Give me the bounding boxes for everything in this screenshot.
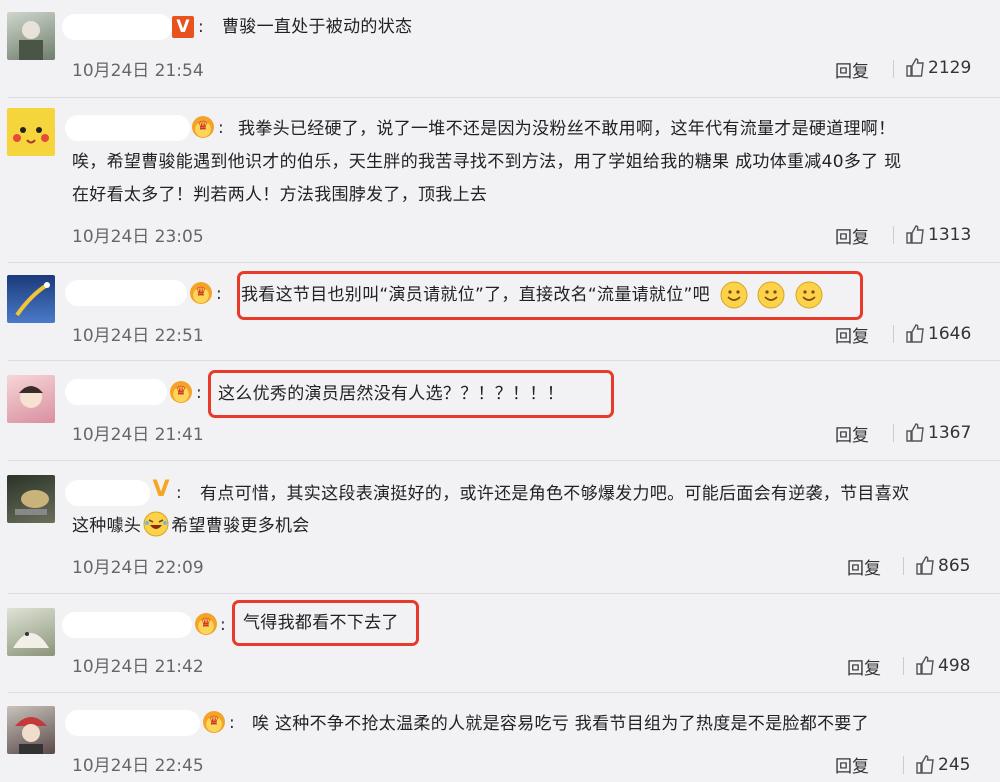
divider xyxy=(903,557,904,575)
member-crown-icon: ♛ xyxy=(203,711,225,733)
reply-button[interactable]: 回复 xyxy=(835,752,869,777)
member-crown-icon: ♛ xyxy=(170,381,192,403)
avatar[interactable] xyxy=(7,12,55,60)
smile-emoji-icon xyxy=(757,281,785,309)
colon: : xyxy=(220,615,226,635)
avatar[interactable] xyxy=(7,608,55,656)
username[interactable] xyxy=(62,14,172,40)
timestamp: 10月24日 21:54 xyxy=(72,61,204,81)
divider xyxy=(893,60,894,78)
divider xyxy=(903,657,904,675)
laugh-emoji-icon xyxy=(143,511,169,537)
divider xyxy=(8,360,1000,361)
username[interactable] xyxy=(65,115,190,141)
member-crown-icon: ♛ xyxy=(192,116,214,138)
username[interactable] xyxy=(65,710,200,736)
username[interactable] xyxy=(62,612,192,638)
colon: : xyxy=(218,118,224,138)
reply-button[interactable]: 回复 xyxy=(835,322,869,347)
reply-button[interactable]: 回复 xyxy=(847,654,881,679)
like-button[interactable]: 1313 xyxy=(905,224,971,245)
comment-text-body: 我看这节目也别叫“演员请就位”了，直接改名“流量请就位”吧 xyxy=(241,285,710,305)
timestamp: 10月24日 22:45 xyxy=(72,756,204,776)
divider xyxy=(8,593,1000,594)
timestamp: 10月24日 23:05 xyxy=(72,227,204,247)
reply-button[interactable]: 回复 xyxy=(847,554,881,579)
colon: : xyxy=(196,383,202,403)
smile-emoji-icon xyxy=(795,281,823,309)
divider xyxy=(893,226,894,244)
username[interactable] xyxy=(65,379,167,405)
comment-text: 这么优秀的演员居然没有人选？？！？！！！ xyxy=(218,384,564,404)
comment-text: 唉，希望曹骏能遇到他识才的伯乐，天生胖的我苦寻找不到方法，用了学姐给我的糖果 成… xyxy=(72,152,902,172)
like-button[interactable]: 865 xyxy=(915,555,970,576)
like-button[interactable]: 1367 xyxy=(905,422,971,443)
like-button[interactable]: 1646 xyxy=(905,323,971,344)
thumbs-up-icon xyxy=(906,324,924,343)
divider xyxy=(8,460,1000,461)
colon: : xyxy=(229,713,235,733)
comment-text: 唉 这种不争不抢太温柔的人就是容易吃亏 我看节目组为了热度是不是脸都不要了 xyxy=(252,714,869,734)
divider xyxy=(903,756,904,774)
divider xyxy=(8,97,1000,98)
thumbs-up-icon xyxy=(916,755,934,774)
comment-text-body: 这种噱头 xyxy=(72,516,142,536)
like-count: 865 xyxy=(938,556,971,576)
comment-text: 在好看太多了！判若两人！方法我围脖发了，顶我上去 xyxy=(72,185,488,205)
divider xyxy=(8,262,1000,263)
divider xyxy=(8,692,1000,693)
like-count: 2129 xyxy=(928,58,972,78)
thumbs-up-icon xyxy=(906,225,924,244)
comment-text: 这种噱头 希望曹骏更多机会 xyxy=(72,509,310,543)
colon: : xyxy=(198,17,204,37)
like-count: 1367 xyxy=(928,423,972,443)
verified-badge-icon: V xyxy=(152,477,170,502)
thumbs-up-icon xyxy=(916,556,934,575)
timestamp: 10月24日 21:42 xyxy=(72,657,204,677)
avatar[interactable] xyxy=(7,375,55,423)
comment-text-body: 希望曹骏更多机会 xyxy=(171,516,310,536)
like-button[interactable]: 2129 xyxy=(905,57,971,78)
like-count: 1313 xyxy=(928,225,972,245)
thumbs-up-icon xyxy=(906,423,924,442)
comment-text: 气得我都看不下去了 xyxy=(243,613,399,633)
like-button[interactable]: 245 xyxy=(915,754,970,775)
avatar[interactable] xyxy=(7,108,55,156)
like-button[interactable]: 498 xyxy=(915,655,970,676)
timestamp: 10月24日 22:09 xyxy=(72,558,204,578)
like-count: 1646 xyxy=(928,324,972,344)
colon: : xyxy=(176,483,182,503)
reply-button[interactable]: 回复 xyxy=(835,57,869,82)
smile-emoji-icon xyxy=(720,281,748,309)
comment-text: 有点可惜，其实这段表演挺好的，或许还是角色不够爆发力吧。可能后面会有逆袭，节目喜… xyxy=(200,484,910,504)
member-crown-icon: ♛ xyxy=(190,282,212,304)
divider xyxy=(893,325,894,343)
comment-text: 曹骏一直处于被动的状态 xyxy=(222,17,413,37)
divider xyxy=(893,424,894,442)
reply-button[interactable]: 回复 xyxy=(835,223,869,248)
verified-badge-icon: V xyxy=(172,16,194,38)
thumbs-up-icon xyxy=(906,58,924,77)
avatar[interactable] xyxy=(7,275,55,323)
username[interactable] xyxy=(65,480,150,506)
avatar[interactable] xyxy=(7,706,55,754)
comment-text: 我看这节目也别叫“演员请就位”了，直接改名“流量请就位”吧 xyxy=(241,278,823,312)
reply-button[interactable]: 回复 xyxy=(835,421,869,446)
like-count: 498 xyxy=(938,656,971,676)
comment-text: 我拳头已经硬了，说了一堆不还是因为没粉丝不敢用啊，这年代有流量才是硬道理啊！ xyxy=(238,119,896,139)
like-count: 245 xyxy=(938,755,971,775)
timestamp: 10月24日 22:51 xyxy=(72,326,204,346)
member-crown-icon: ♛ xyxy=(195,613,217,635)
colon: : xyxy=(216,284,222,304)
thumbs-up-icon xyxy=(916,656,934,675)
timestamp: 10月24日 21:41 xyxy=(72,425,204,445)
username[interactable] xyxy=(65,280,187,306)
avatar[interactable] xyxy=(7,475,55,523)
